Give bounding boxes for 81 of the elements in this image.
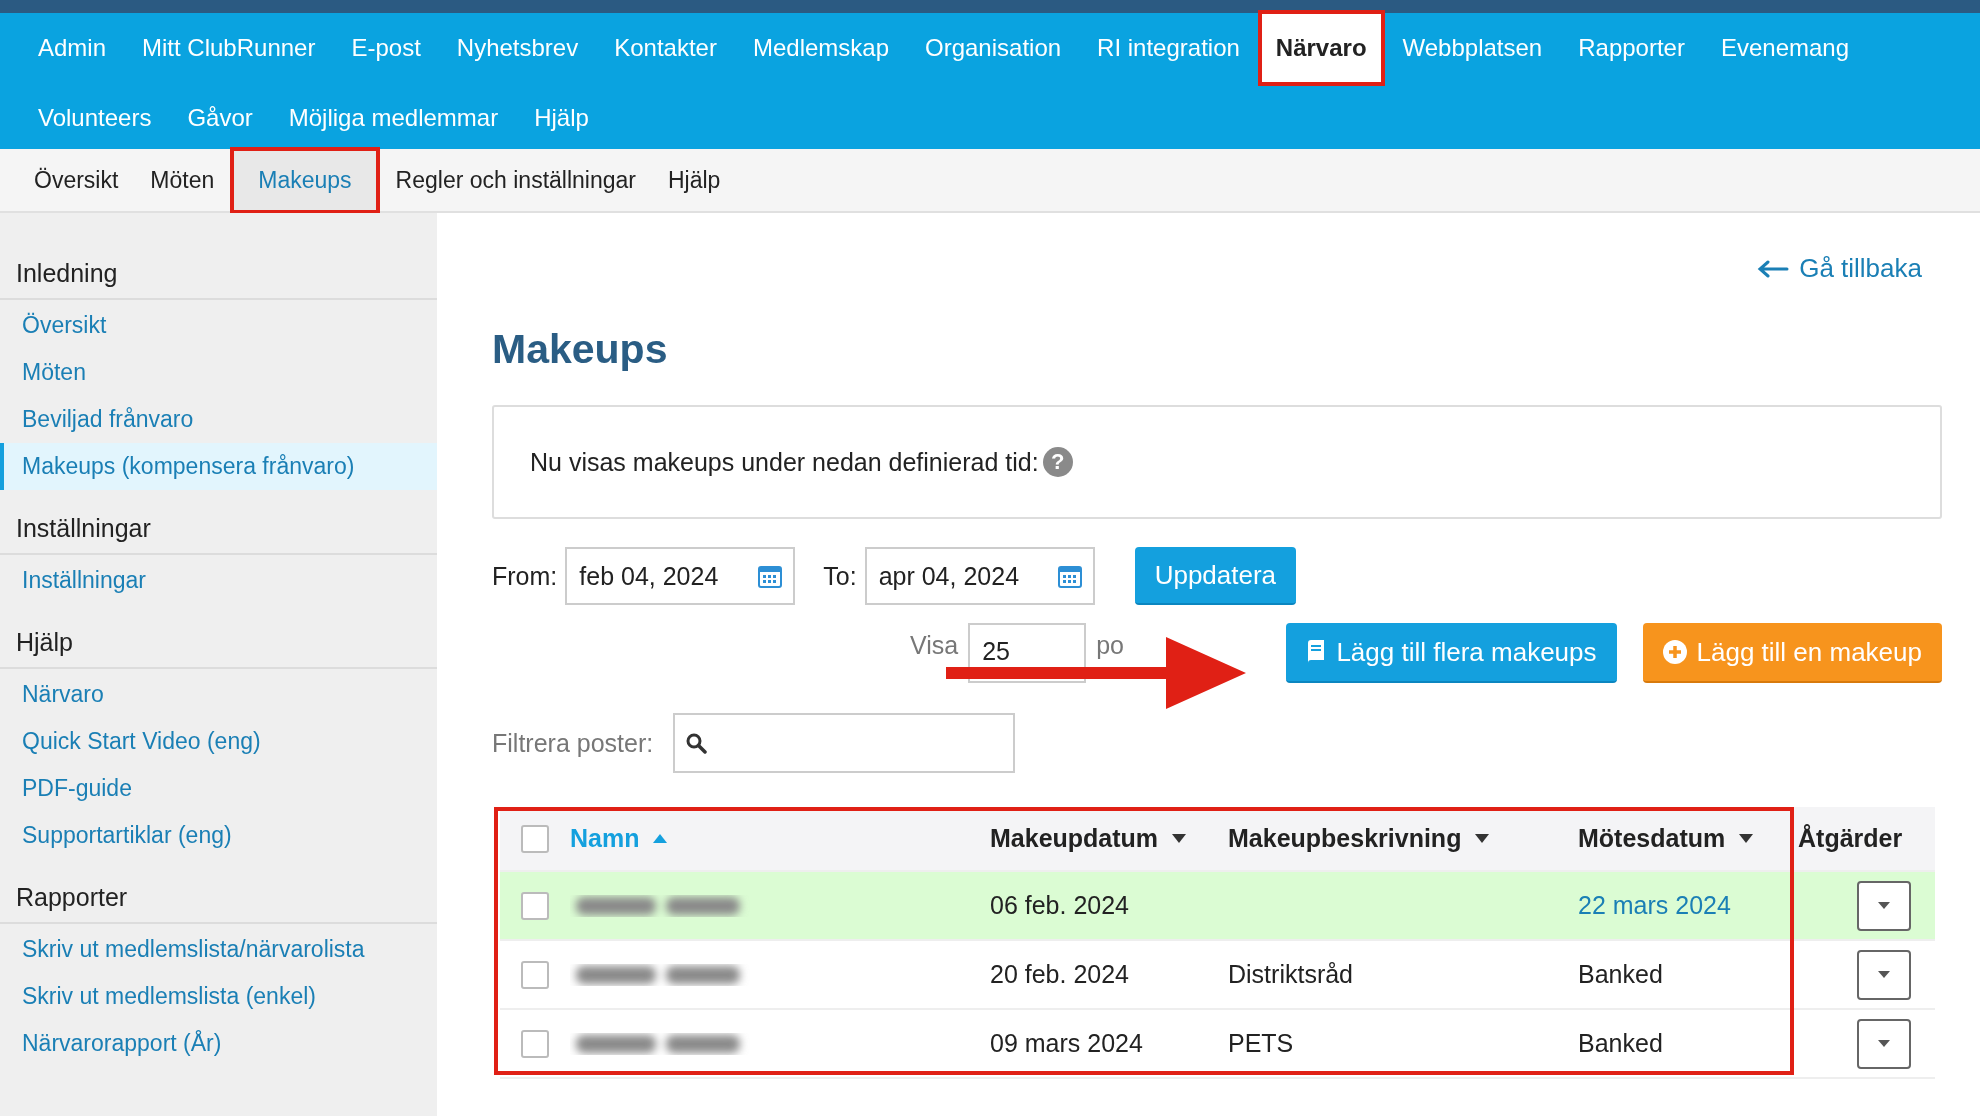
nav-tab[interactable]: Evenemang (1702, 16, 1868, 80)
table-cell: Distriktsråd (1228, 960, 1353, 989)
sidebar-heading: Hjälp (0, 620, 437, 669)
actions-dropdown[interactable] (1857, 880, 1911, 931)
nav-tab[interactable]: Nyhetsbrev (438, 16, 597, 80)
nav-tab[interactable]: Närvaro (1257, 10, 1385, 86)
calendar-icon[interactable] (1056, 563, 1083, 589)
nav-tab[interactable]: Medlemskap (734, 16, 907, 80)
nav-tab[interactable]: Rapporter (1560, 16, 1703, 80)
date-field[interactable]: feb 04, 2024 (565, 547, 796, 605)
sidebar-item[interactable]: Inställningar (0, 557, 437, 604)
from-label: From: (492, 561, 558, 591)
page-size-field[interactable]: 25 (968, 623, 1087, 683)
nav-tab[interactable]: Admin (20, 16, 125, 80)
column-header[interactable]: Åtgärder (1798, 824, 1903, 853)
table-cell: 06 feb. 2024 (990, 891, 1129, 920)
column-header[interactable]: Makeupdatum (990, 824, 1159, 853)
sidebar-item[interactable]: Supportartiklar (eng) (0, 812, 437, 859)
caret-down-icon (1878, 902, 1890, 909)
sidebar-item[interactable]: Närvaro (0, 671, 437, 718)
table-cell: Banked (1578, 1029, 1663, 1058)
sidebar-item[interactable]: Skriv ut medlemslista/närvarolista (0, 926, 437, 973)
sort-up-icon (653, 834, 668, 843)
column-header[interactable]: Mötesdatum (1578, 824, 1726, 853)
nav-tab[interactable]: Kontakter (596, 16, 735, 80)
date-field[interactable]: apr 04, 2024 (864, 547, 1095, 605)
sidebar-item[interactable]: Quick Start Video (eng) (0, 718, 437, 765)
search-icon (685, 732, 708, 754)
add-button[interactable]: Lägg till en makeup (1642, 623, 1942, 683)
column-header[interactable]: Makeupbeskrivning (1228, 824, 1462, 853)
to-label: To: (823, 561, 857, 591)
book-icon (1306, 640, 1327, 664)
filter-label: Filtrera poster: (492, 728, 654, 758)
nav-tab[interactable]: E-post (333, 16, 439, 80)
checkbox[interactable] (521, 891, 549, 920)
checkbox[interactable] (521, 960, 549, 989)
nav-tab[interactable]: Webbplatsen (1384, 16, 1561, 80)
table-cell: Banked (1578, 960, 1663, 989)
plus-circle-icon (1662, 640, 1687, 664)
nav-tab[interactable]: Organisation (907, 16, 1080, 80)
sidebar-item[interactable]: Möten (0, 349, 437, 396)
page-size-suffix: po (1096, 630, 1124, 660)
info-text: Nu visas makeups under nedan definierad tid: (530, 447, 1039, 477)
sidebar-item[interactable]: Närvarorapport (År) (0, 1020, 437, 1067)
checkbox[interactable] (521, 1029, 549, 1058)
actions-dropdown[interactable] (1857, 949, 1911, 1000)
nav-tab[interactable]: RI integration (1079, 16, 1258, 80)
nav-tab[interactable]: Mitt ClubRunner (124, 16, 334, 80)
sidebar-item[interactable]: Skriv ut medlemslista (enkel) (0, 973, 437, 1020)
arrow-left-icon (1757, 258, 1790, 279)
sidebar-item[interactable]: PDF-guide (0, 765, 437, 812)
sidebar-item[interactable]: Översikt (0, 302, 437, 349)
table-cell: PETS (1228, 1029, 1294, 1058)
nav-tab[interactable]: Hjälp (516, 86, 607, 150)
column-header[interactable]: Namn (570, 824, 640, 853)
sidebar-item[interactable]: Beviljad frånvaro (0, 396, 437, 443)
sub-nav-tab[interactable]: Regler och inställningar (379, 150, 652, 210)
update-button[interactable]: Uppdatera (1134, 547, 1297, 605)
sub-nav-tab[interactable]: Möten (134, 150, 231, 210)
sub-nav-tab[interactable]: Hjälp (651, 150, 737, 210)
caret-down-icon (1878, 971, 1890, 978)
help-icon[interactable]: ? (1042, 447, 1073, 477)
sidebar-heading: Inställningar (0, 506, 437, 555)
sub-nav-tab[interactable]: Översikt (18, 150, 135, 210)
page-size-label: Visa (910, 630, 959, 660)
sidebar-heading: Rapporter (0, 875, 437, 924)
sidebar-item[interactable]: Makeups (kompensera frånvaro) (0, 443, 437, 490)
checkbox[interactable] (521, 824, 549, 853)
filter-field[interactable] (673, 713, 1016, 773)
back-link[interactable]: Gå tillbaka (1757, 253, 1922, 284)
caret-down-icon (1878, 1040, 1890, 1047)
sidebar-heading: Inledning (0, 251, 437, 300)
table-cell: 09 mars 2024 (990, 1029, 1143, 1058)
add-button[interactable]: Lägg till flera makeups (1286, 623, 1617, 683)
actions-dropdown[interactable] (1857, 1018, 1911, 1069)
table-cell: 20 feb. 2024 (990, 960, 1129, 989)
nav-tab[interactable]: Volunteers (20, 86, 170, 150)
sub-nav-tab[interactable]: Makeups (230, 146, 380, 214)
page-title: Makeups (492, 326, 669, 373)
meeting-date-link[interactable]: 22 mars 2024 (1578, 891, 1731, 920)
calendar-icon[interactable] (757, 563, 784, 589)
